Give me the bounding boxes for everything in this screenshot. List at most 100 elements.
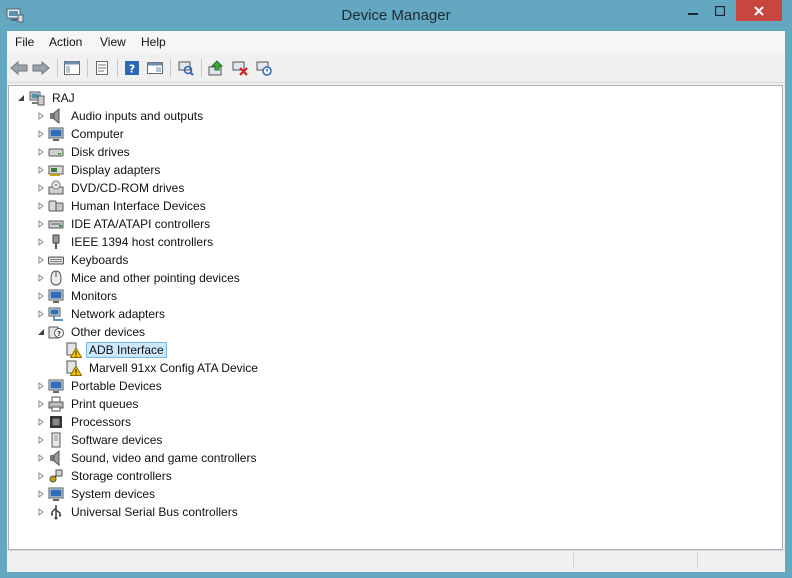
- tree-category-item[interactable]: Monitors: [48, 287, 120, 305]
- expand-arrow-icon[interactable]: [37, 202, 45, 210]
- tree-category-item[interactable]: Disk drives: [48, 143, 133, 161]
- tree-category-item[interactable]: ? Other devices: [48, 323, 148, 341]
- tree-category-label: IEEE 1394 host controllers: [71, 235, 214, 249]
- update-driver-button[interactable]: [206, 58, 226, 78]
- expand-arrow-icon[interactable]: [37, 508, 45, 516]
- show-hide-console-tree-button[interactable]: [62, 58, 82, 78]
- disable-device-icon: [256, 61, 272, 76]
- tree-category-item[interactable]: Storage controllers: [48, 467, 175, 485]
- tree-category-item[interactable]: DVD/CD-ROM drives: [48, 179, 187, 197]
- update-driver-icon: [208, 60, 224, 76]
- device-tree[interactable]: RAJ Audio inputs and outputs Computer Disk…: [8, 85, 783, 550]
- tree-device-item[interactable]: Marvell 91xx Config ATA Device: [66, 359, 261, 377]
- tree-root-computer[interactable]: RAJ: [29, 89, 78, 107]
- expand-arrow-icon[interactable]: [37, 184, 45, 192]
- tree-category-label: Disk drives: [71, 145, 130, 159]
- ide-controller-icon: [48, 220, 64, 229]
- expand-arrow-icon[interactable]: [37, 274, 45, 282]
- tree-category-item[interactable]: Audio inputs and outputs: [48, 107, 206, 125]
- tree-category-label: Monitors: [71, 289, 118, 303]
- tree-device-label: ADB Interface: [86, 342, 167, 358]
- storage-controller-icon: [49, 469, 63, 483]
- expand-arrow-icon[interactable]: [37, 130, 45, 138]
- tree-category-item[interactable]: System devices: [48, 485, 158, 503]
- dvd-drive-icon: [48, 180, 64, 195]
- tree-category-item[interactable]: Software devices: [48, 431, 165, 449]
- tree-category-item[interactable]: Universal Serial Bus controllers: [48, 503, 241, 521]
- expand-arrow-icon[interactable]: [37, 166, 45, 174]
- show-hide-console-tree-icon: [64, 61, 80, 75]
- forward-icon: [32, 61, 50, 75]
- expand-arrow-icon[interactable]: [37, 454, 45, 462]
- expand-arrow-icon[interactable]: [37, 418, 45, 426]
- tree-category-label: Network adapters: [71, 307, 166, 321]
- monitor-icon: [48, 487, 64, 501]
- status-pane: [697, 553, 698, 569]
- expand-arrow-icon[interactable]: [37, 292, 45, 300]
- back-icon: [10, 61, 28, 75]
- tree-category-label: Print queues: [71, 397, 139, 411]
- expand-arrow-icon[interactable]: [37, 490, 45, 498]
- back-button[interactable]: [9, 58, 29, 78]
- tree-category-item[interactable]: Portable Devices: [48, 377, 165, 395]
- tree-category-item[interactable]: IEEE 1394 host controllers: [48, 233, 216, 251]
- tree-category-item[interactable]: Sound, video and game controllers: [48, 449, 259, 467]
- action-pane-button[interactable]: [145, 58, 165, 78]
- uninstall-icon: [232, 61, 248, 76]
- maximize-button[interactable]: [707, 0, 733, 21]
- tree-category-item[interactable]: Human Interface Devices: [48, 197, 209, 215]
- tree-category-label: Display adapters: [71, 163, 161, 177]
- expand-arrow-icon[interactable]: [37, 238, 45, 246]
- tree-category-item[interactable]: Display adapters: [48, 161, 163, 179]
- expand-arrow-icon[interactable]: [37, 310, 45, 318]
- menu-help[interactable]: Help: [141, 35, 166, 49]
- hid-icon: [48, 200, 64, 212]
- scan-hardware-icon: [178, 61, 194, 76]
- display-adapter-icon: [48, 165, 64, 176]
- window-title: Device Manager: [341, 7, 451, 24]
- tree-category-item[interactable]: Mice and other pointing devices: [48, 269, 243, 287]
- toolbar: ?: [7, 54, 785, 83]
- expand-arrow-icon[interactable]: [37, 436, 45, 444]
- menu-view[interactable]: View: [100, 35, 126, 49]
- network-adapter-icon: [48, 307, 63, 321]
- scan-hardware-button[interactable]: [176, 58, 196, 78]
- menu-action[interactable]: Action: [49, 35, 82, 49]
- uninstall-device-button[interactable]: [230, 58, 250, 78]
- usb-icon: [51, 505, 62, 520]
- monitor-icon: [48, 379, 64, 393]
- monitor-icon: [48, 289, 64, 303]
- svg-text:?: ?: [57, 330, 61, 338]
- tree-category-item[interactable]: Computer: [48, 125, 127, 143]
- monitor-icon: [48, 127, 64, 141]
- minimize-button[interactable]: [679, 0, 707, 21]
- tree-category-item[interactable]: Processors: [48, 413, 134, 431]
- properties-button[interactable]: [92, 58, 112, 78]
- close-icon: [754, 5, 764, 16]
- expand-arrow-icon[interactable]: [37, 148, 45, 156]
- menu-file[interactable]: File: [15, 35, 34, 49]
- tree-category-item[interactable]: IDE ATA/ATAPI controllers: [48, 215, 213, 233]
- tree-category-item[interactable]: Network adapters: [48, 305, 168, 323]
- help-icon: ?: [125, 61, 139, 76]
- expand-arrow-icon[interactable]: [37, 112, 45, 120]
- tree-category-label: Computer: [71, 127, 124, 141]
- forward-button[interactable]: [31, 58, 51, 78]
- title-bar[interactable]: Device Manager: [0, 0, 792, 32]
- expand-arrow-icon[interactable]: [37, 220, 45, 228]
- expand-arrow-icon[interactable]: [37, 256, 45, 264]
- disable-device-button[interactable]: [254, 58, 274, 78]
- tree-category-label: Human Interface Devices: [71, 199, 206, 213]
- help-button[interactable]: ?: [122, 58, 142, 78]
- collapse-arrow-icon[interactable]: [37, 328, 45, 336]
- collapse-arrow-icon[interactable]: [17, 94, 25, 102]
- expand-arrow-icon[interactable]: [37, 472, 45, 480]
- expand-arrow-icon[interactable]: [37, 382, 45, 390]
- expand-arrow-icon[interactable]: [37, 400, 45, 408]
- close-button[interactable]: [736, 0, 782, 21]
- mouse-icon: [50, 270, 62, 286]
- tree-device-item[interactable]: ADB Interface: [66, 341, 167, 359]
- tree-category-label: Other devices: [71, 325, 146, 339]
- tree-category-item[interactable]: Keyboards: [48, 251, 131, 269]
- tree-category-item[interactable]: Print queues: [48, 395, 141, 413]
